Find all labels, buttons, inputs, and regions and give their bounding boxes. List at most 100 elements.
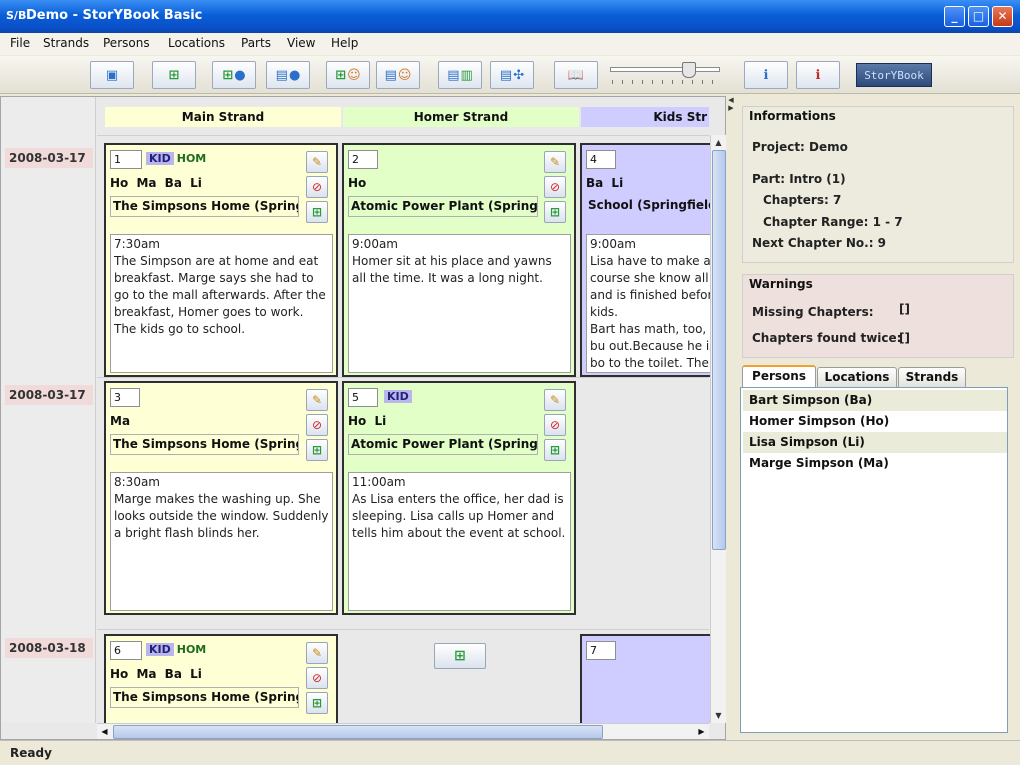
delete-icon: ⊘: [311, 671, 323, 685]
menu-parts[interactable]: Parts: [241, 36, 271, 50]
persons-view-button[interactable]: ▤ ☺: [376, 61, 420, 89]
menu-persons[interactable]: Persons: [103, 36, 150, 50]
zoom-slider[interactable]: [606, 62, 722, 86]
delete-chapter-button[interactable]: ⊘: [544, 414, 566, 436]
list-item[interactable]: Homer Simpson (Ho): [743, 411, 1007, 432]
new-person-button[interactable]: ⊞ ☺: [326, 61, 370, 89]
menu-help[interactable]: Help: [331, 36, 358, 50]
chapter-number-field[interactable]: 1: [110, 150, 142, 169]
chapters-twice-label: Chapters found twice:: [752, 331, 902, 345]
scroll-thumb[interactable]: [712, 150, 726, 550]
chapter-location[interactable]: School (Springfield): [586, 196, 712, 217]
delete-chapter-button[interactable]: ⊘: [544, 176, 566, 198]
strands-view-button[interactable]: ▤ ▥: [438, 61, 482, 89]
book-view-button[interactable]: 📖: [554, 61, 598, 89]
edit-chapter-button[interactable]: ✎: [306, 389, 328, 411]
chapter-number-field[interactable]: 2: [348, 150, 378, 169]
edit-chapter-button[interactable]: ✎: [544, 389, 566, 411]
chapter-card[interactable]: 3 Ma The Simpsons Home (Springfie 8:30am…: [104, 381, 338, 615]
informations-title: Informations: [749, 109, 836, 123]
chapters-view-button[interactable]: ▤ ●: [266, 61, 310, 89]
tab-persons[interactable]: Persons: [742, 365, 816, 387]
chapter-number-field[interactable]: 3: [110, 388, 140, 407]
delete-chapter-button[interactable]: ⊘: [306, 176, 328, 198]
menu-bar: File Strands Persons Locations Parts Vie…: [0, 33, 1020, 55]
chapter-location[interactable]: Atomic Power Plant (Springfiel: [348, 196, 538, 217]
add-chapter-button[interactable]: ⊞: [434, 643, 486, 669]
chapter-card[interactable]: 4 Ba Li School (Springfield) 9:00am Lisa…: [580, 143, 712, 377]
edit-chapter-button[interactable]: ✎: [306, 642, 328, 664]
collapse-left-icon[interactable]: ◀: [726, 96, 736, 104]
info-red-button[interactable]: ℹ: [796, 61, 840, 89]
chapter-card[interactable]: 6 KID HOM Ho Ma Ba Li The Simpsons Home (…: [104, 634, 338, 723]
chapter-text[interactable]: 9:00am Lisa have to make a r course she …: [586, 234, 712, 373]
scroll-up-icon[interactable]: ▲: [711, 135, 726, 150]
new-chapter-button[interactable]: ⊞: [152, 61, 196, 89]
scroll-left-icon[interactable]: ◀: [97, 724, 112, 739]
chapter-number-field[interactable]: 4: [586, 150, 616, 169]
new-chapter-button[interactable]: ⊞: [306, 439, 328, 461]
splitter[interactable]: ◀ ▶: [726, 96, 736, 740]
chapter-location[interactable]: The Simpsons Home (Springfie: [110, 196, 299, 217]
tab-strands[interactable]: Strands: [898, 367, 966, 387]
missing-chapters-label: Missing Chapters:: [752, 305, 874, 319]
warnings-title: Warnings: [749, 277, 813, 291]
menu-locations[interactable]: Locations: [168, 36, 225, 50]
stack-icon: ▤: [275, 67, 288, 83]
new-chapter-button[interactable]: ⊞: [544, 439, 566, 461]
scroll-down-icon[interactable]: ▼: [711, 708, 726, 723]
menu-view[interactable]: View: [287, 36, 315, 50]
person-icon: ☺: [347, 67, 361, 83]
new-chapter-button[interactable]: ⊞: [544, 201, 566, 223]
missing-chapters-value: []: [899, 302, 910, 316]
chapter-number-field[interactable]: 6: [110, 641, 142, 660]
chrono-view: 2008-03-17 2008-03-17 2008-03-18 Main St…: [0, 96, 726, 740]
chapter-card[interactable]: 7: [580, 634, 712, 723]
chapter-number-field[interactable]: 5: [348, 388, 378, 407]
list-item[interactable]: Lisa Simpson (Li): [743, 432, 1007, 453]
chapter-location[interactable]: The Simpsons Home (Springfie: [110, 434, 299, 455]
chapter-text[interactable]: 9:00am Homer sit at his place and yawns …: [348, 234, 571, 373]
pencil-icon: ✎: [311, 393, 323, 407]
edit-chapter-button[interactable]: ✎: [544, 151, 566, 173]
chapter-text[interactable]: 8:30am Marge makes the washing up. She l…: [110, 472, 333, 611]
right-panel: Informations Project: Demo Part: Intro (…: [736, 96, 1018, 740]
delete-chapter-button[interactable]: ⊘: [306, 667, 328, 689]
chapter-text[interactable]: 11:00am As Lisa enters the office, her d…: [348, 472, 571, 611]
maximize-button[interactable]: □: [968, 6, 989, 27]
edit-chapter-button[interactable]: ✎: [306, 151, 328, 173]
info-blue-button[interactable]: ℹ: [744, 61, 788, 89]
chapter-card[interactable]: 2 Ho Atomic Power Plant (Springfiel 9:00…: [342, 143, 576, 377]
app-icon: S/B: [6, 9, 27, 22]
chapter-number-field[interactable]: 7: [586, 641, 616, 660]
add-icon: ⊞: [549, 205, 561, 219]
chapter-card[interactable]: 5 KID Ho Li Atomic Power Plant (Springfi…: [342, 381, 576, 615]
horizontal-scrollbar[interactable]: ◀ ▶: [97, 723, 709, 739]
chapter-text[interactable]: 7:30am The Simpson are at home and eat b…: [110, 234, 333, 373]
new-chapter-view-button[interactable]: ⊞ ●: [212, 61, 256, 89]
locations-view-button[interactable]: ▤ ✣: [490, 61, 534, 89]
delete-chapter-button[interactable]: ⊘: [306, 414, 328, 436]
list-item[interactable]: Bart Simpson (Ba): [743, 390, 1007, 411]
close-button[interactable]: ✕: [992, 6, 1013, 27]
scroll-right-icon[interactable]: ▶: [694, 724, 709, 739]
vertical-scrollbar[interactable]: ▲ ▼: [710, 135, 726, 723]
minimize-button[interactable]: _: [944, 6, 965, 27]
chapter-card[interactable]: 1 KID HOM Ho Ma Ba Li The Simpsons Home (…: [104, 143, 338, 377]
compass-icon: ✣: [513, 67, 525, 83]
open-project-button[interactable]: ▣: [90, 61, 134, 89]
tab-locations[interactable]: Locations: [817, 367, 897, 387]
menu-file[interactable]: File: [10, 36, 30, 50]
menu-strands[interactable]: Strands: [43, 36, 89, 50]
row-divider: [97, 135, 709, 136]
scroll-thumb[interactable]: [113, 725, 603, 739]
zoom-thumb[interactable]: [682, 62, 696, 78]
new-chapter-button[interactable]: ⊞: [306, 692, 328, 714]
strands-icon: ▥: [460, 67, 473, 83]
collapse-right-icon[interactable]: ▶: [726, 104, 736, 112]
chapter-location[interactable]: The Simpsons Home (Springfie: [110, 687, 299, 708]
list-item[interactable]: Marge Simpson (Ma): [743, 453, 1007, 474]
title-bar: S/B Demo - StorYBook Basic _ □ ✕: [0, 0, 1020, 33]
new-chapter-button[interactable]: ⊞: [306, 201, 328, 223]
chapter-location[interactable]: Atomic Power Plant (Springfiel: [348, 434, 538, 455]
